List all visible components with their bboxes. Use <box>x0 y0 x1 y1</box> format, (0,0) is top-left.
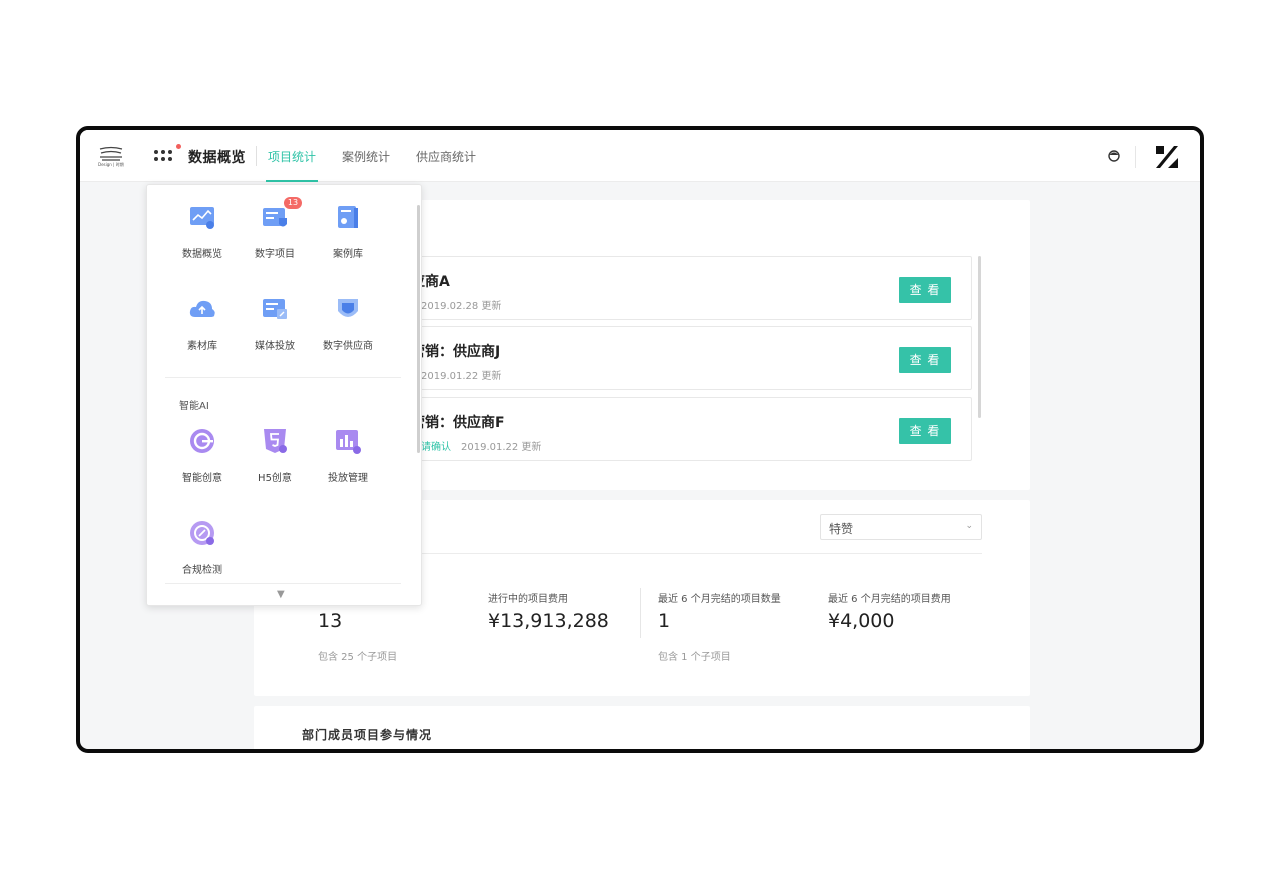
member-participation-card: 部门成员项目参与情况 <box>254 706 1030 749</box>
view-button[interactable]: 查 看 <box>899 418 951 444</box>
header-divider-right <box>1135 146 1136 168</box>
supplier-list-item: 营销：供应商F ，请确认 2019.01.22 更新 查 看 <box>354 397 972 461</box>
page-title: 数据概览 <box>188 150 246 166</box>
launcher-divider <box>165 377 401 378</box>
launcher-scrollbar[interactable] <box>417 205 420 453</box>
stat-label: 进行中的项目费用 <box>488 594 568 605</box>
app-label: 案例库 <box>333 249 363 260</box>
company-select[interactable]: 特赞 ⌄ <box>820 514 982 540</box>
app-label: 数据概览 <box>182 249 222 260</box>
chart-board-icon <box>190 207 214 229</box>
supplier-title: 营销：供应商F <box>411 415 505 431</box>
app-asset-library[interactable]: 素材库 <box>167 281 237 352</box>
app-window: Design | 时期 数据概览 项目统计 案例统计 供应商统计 应商A 201… <box>76 126 1204 753</box>
section-title: 部门成员项目参与情况 <box>302 728 433 742</box>
html5-icon <box>264 429 287 453</box>
view-button[interactable]: 查 看 <box>899 347 951 373</box>
supplier-list-item: 应商A 2019.02.28 更新 查 看 <box>354 256 972 320</box>
stat-value: ¥4,000 <box>828 610 895 632</box>
stat-note: 包含 1 个子项目 <box>658 652 731 663</box>
case-book-icon <box>338 206 358 228</box>
app-launcher-button[interactable] <box>154 144 181 162</box>
app-label: 素材库 <box>187 341 217 352</box>
app-label: 智能创意 <box>182 473 222 484</box>
tab-case-stats[interactable]: 案例统计 <box>342 148 390 165</box>
logo-icon <box>99 146 123 161</box>
tab-supplier-stats[interactable]: 供应商统计 <box>416 148 476 165</box>
divider <box>354 553 982 554</box>
app-label: 媒体投放 <box>255 341 295 352</box>
stat-label: 最近 6 个月完结的项目数量 <box>658 594 781 605</box>
scroll-down-arrow-icon[interactable]: ▼ <box>277 589 285 600</box>
stat-note: 包含 25 个子项目 <box>318 652 398 663</box>
supplier-meta: 2019.02.28 更新 <box>421 301 502 312</box>
media-ad-icon <box>263 299 287 319</box>
supplier-title: 营销：供应商J <box>411 344 501 360</box>
notification-badge: 13 <box>284 197 302 209</box>
chevron-down-icon: ⌄ <box>965 521 973 531</box>
launcher-section-title: 智能AI <box>179 401 209 412</box>
app-label: 数字供应商 <box>323 341 373 352</box>
compliance-icon <box>190 521 214 545</box>
stat-divider <box>640 588 641 638</box>
active-tab-indicator <box>266 180 318 182</box>
stat-value: 13 <box>318 610 343 632</box>
bar-chart-icon <box>336 430 361 454</box>
cloud-upload-icon <box>189 300 215 317</box>
supplier-shield-icon <box>338 299 358 317</box>
app-label: 数字项目 <box>255 249 295 260</box>
app-digital-suppliers[interactable]: 数字供应商 <box>313 281 383 352</box>
app-placement-management[interactable]: 投放管理 <box>313 413 383 484</box>
app-label: 合规检测 <box>182 565 222 576</box>
launcher-divider <box>165 583 401 584</box>
header-divider <box>256 146 257 166</box>
app-launcher-panel: 数据概览 13 数字项目 案例库 素材库 媒体投放 数字供应商 智能AI 智能创… <box>146 184 422 606</box>
creative-ring-icon <box>190 429 214 453</box>
notification-dot <box>176 144 181 149</box>
app-digital-projects[interactable]: 13 数字项目 <box>240 189 310 260</box>
supplier-meta: ，请确认 2019.01.22 更新 <box>411 442 542 453</box>
top-navigation-bar: Design | 时期 数据概览 项目统计 案例统计 供应商统计 <box>80 130 1200 182</box>
percent-logo-icon[interactable] <box>1154 144 1180 170</box>
app-data-overview[interactable]: 数据概览 <box>167 189 237 260</box>
app-smart-creative[interactable]: 智能创意 <box>167 413 237 484</box>
user-avatar-icon[interactable] <box>1108 150 1120 162</box>
app-compliance-check[interactable]: 合规检测 <box>167 505 237 576</box>
app-media-placement[interactable]: 媒体投放 <box>240 281 310 352</box>
stat-value: ¥13,913,288 <box>488 610 609 632</box>
stat-value: 1 <box>658 610 671 632</box>
view-button[interactable]: 查 看 <box>899 277 951 303</box>
supplier-list-item: 营销：供应商J 2019.01.22 更新 查 看 <box>354 326 972 390</box>
supplier-meta: 2019.01.22 更新 <box>421 371 502 382</box>
app-label: H5创意 <box>258 473 292 484</box>
brand-logo[interactable]: Design | 时期 <box>98 146 124 168</box>
app-case-library[interactable]: 案例库 <box>313 189 383 260</box>
select-value: 特赞 <box>829 522 854 536</box>
app-h5-creative[interactable]: H5创意 <box>240 413 310 484</box>
stat-label: 最近 6 个月完结的项目费用 <box>828 594 951 605</box>
tab-project-stats[interactable]: 项目统计 <box>268 148 316 165</box>
app-label: 投放管理 <box>328 473 368 484</box>
logo-text: Design | 时期 <box>98 162 124 167</box>
list-scrollbar[interactable] <box>978 256 981 418</box>
